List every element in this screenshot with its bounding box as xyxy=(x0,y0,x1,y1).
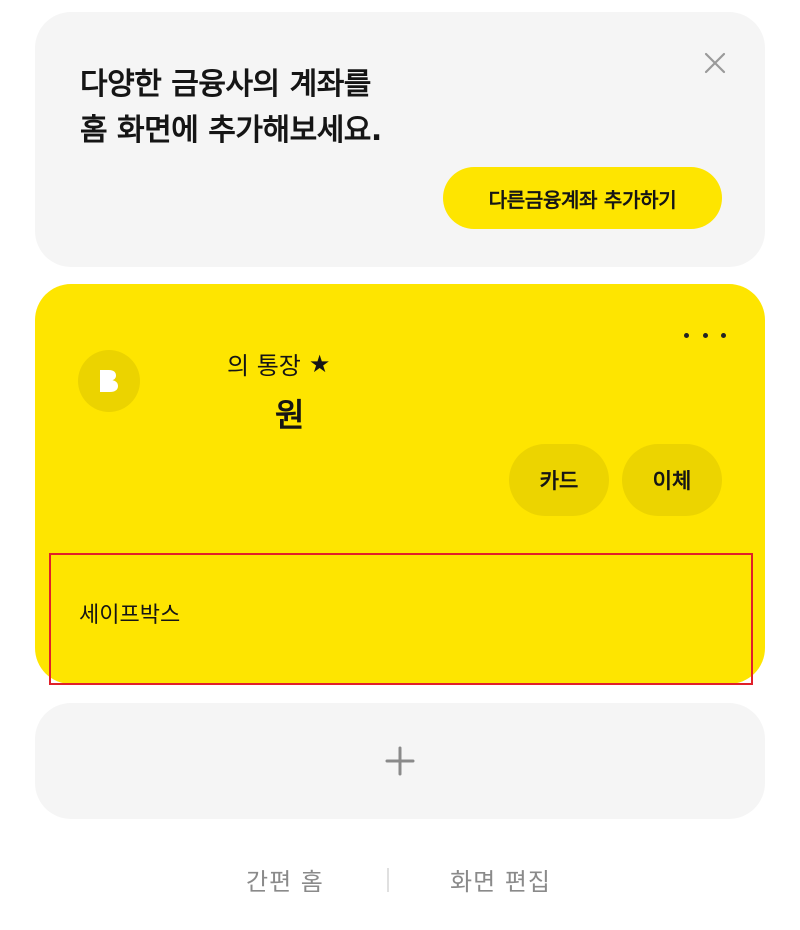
more-dot xyxy=(702,332,708,338)
more-dot xyxy=(721,332,726,338)
add-other-account-button[interactable]: 다른금융계좌 추가하기 xyxy=(443,167,722,229)
close-icon[interactable] xyxy=(700,48,730,78)
account-card[interactable]: 의 통장 ★ 원 카드 이체 세이프박스 xyxy=(35,284,765,685)
account-name-text: 의 통장 xyxy=(227,352,301,380)
bank-logo-icon xyxy=(78,350,140,412)
safebox-label: 세이프박스 xyxy=(79,603,181,628)
edit-screen-link[interactable]: 화면 편집 xyxy=(450,862,551,897)
bottom-bar: 간편 홈 화면 편집 xyxy=(0,858,800,904)
simple-home-link[interactable]: 간편 홈 xyxy=(246,862,324,897)
promo-message: 다양한 금융사의 계좌를 홈 화면에 추가해보세요. xyxy=(80,62,382,154)
add-account-button[interactable] xyxy=(35,703,765,819)
divider xyxy=(387,868,389,892)
promo-line-1: 다양한 금융사의 계좌를 xyxy=(80,67,371,102)
add-account-promo-card: 다양한 금융사의 계좌를 홈 화면에 추가해보세요. 다른금융계좌 추가하기 xyxy=(35,12,765,267)
account-balance: 원 xyxy=(275,396,305,434)
transfer-button[interactable]: 이체 xyxy=(622,444,722,516)
card-button[interactable]: 카드 xyxy=(509,444,609,516)
plus-icon xyxy=(385,746,415,776)
promo-line-2: 홈 화면에 추가해보세요. xyxy=(80,113,382,148)
favorite-star-icon[interactable]: ★ xyxy=(309,350,331,378)
more-options-icon[interactable] xyxy=(680,320,730,350)
safebox-item[interactable]: 세이프박스 xyxy=(49,553,753,685)
more-dot xyxy=(684,332,689,338)
account-name[interactable]: 의 통장 ★ xyxy=(227,346,330,381)
